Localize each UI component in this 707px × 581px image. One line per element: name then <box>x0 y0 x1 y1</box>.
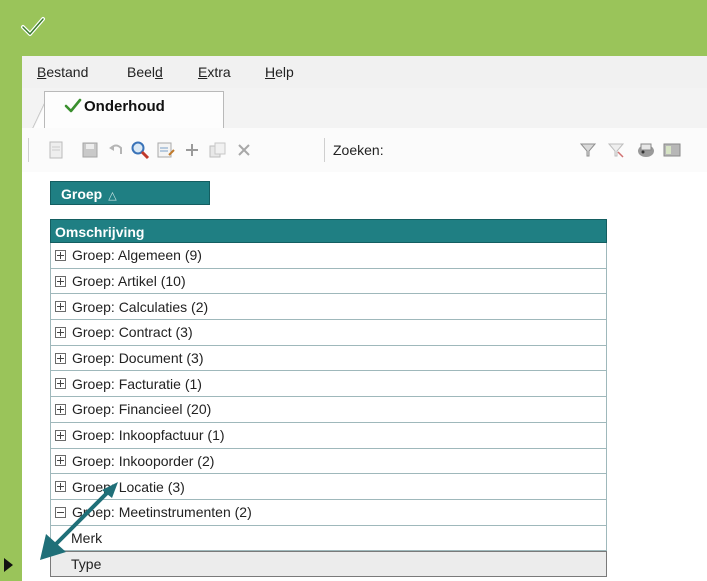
group-row-label: Groep: Calculaties (2) <box>72 298 209 315</box>
collapse-icon[interactable] <box>55 506 66 518</box>
group-row-label: Groep: Inkooporder (2) <box>72 452 215 469</box>
menu-extra[interactable]: Extra <box>198 64 231 80</box>
menu-bar: Bestand Beeld Extra Help <box>22 56 707 88</box>
group-row[interactable]: Groep: Locatie (3) <box>50 474 607 500</box>
clear-filter-icon[interactable] <box>606 140 626 160</box>
left-rail <box>0 56 22 581</box>
cell-omschrijving: Merk <box>71 529 103 546</box>
expand-icon[interactable] <box>55 301 66 313</box>
new-document-icon[interactable] <box>46 140 66 160</box>
search-icon[interactable] <box>130 140 150 160</box>
toolbar-grip <box>28 138 29 162</box>
grid-area: Groep △ Omschrijving Groep: Algemeen (9) … <box>22 172 707 581</box>
current-row-indicator-icon <box>4 558 13 572</box>
filter-icon[interactable] <box>578 140 598 160</box>
copy-icon[interactable] <box>208 140 228 160</box>
expand-icon[interactable] <box>55 429 66 441</box>
expand-icon[interactable] <box>55 352 66 364</box>
data-grid: Omschrijving Groep: Algemeen (9) Groep: … <box>50 219 607 577</box>
delete-icon[interactable] <box>234 140 254 160</box>
tab-strip: Onderhoud <box>22 88 707 129</box>
toolbar-separator <box>324 138 325 162</box>
group-row[interactable]: Groep: Inkoopfactuur (1) <box>50 422 607 449</box>
group-row-label: Groep: Inkoopfactuur (1) <box>72 427 225 444</box>
expand-icon[interactable] <box>55 275 66 287</box>
app-logo-icon <box>21 17 45 36</box>
undo-icon[interactable] <box>106 140 126 160</box>
group-row-label: Groep: Document (3) <box>72 350 204 367</box>
expand-icon[interactable] <box>55 481 66 493</box>
group-row[interactable]: Groep: Artikel (10) <box>50 268 607 295</box>
group-row[interactable]: Groep: Calculaties (2) <box>50 294 607 321</box>
group-row[interactable]: Groep: Inkooporder (2) <box>50 448 607 475</box>
cell-omschrijving: Type <box>71 556 102 573</box>
checkmark-icon <box>64 98 82 113</box>
save-icon[interactable] <box>80 140 100 160</box>
group-row-label: Groep: Meetinstrumenten (2) <box>72 504 252 521</box>
data-row-merk[interactable]: Merk <box>50 525 607 552</box>
column-header-omschrijving[interactable]: Omschrijving <box>50 219 607 243</box>
group-row-label: Groep: Locatie (3) <box>72 478 185 495</box>
group-by-header[interactable]: Groep △ <box>50 181 210 205</box>
export-icon[interactable] <box>662 140 682 160</box>
expand-icon[interactable] <box>55 455 66 467</box>
expand-icon[interactable] <box>55 249 66 261</box>
group-row-label: Groep: Facturatie (1) <box>72 375 202 392</box>
group-row-label: Groep: Contract (3) <box>72 324 193 341</box>
group-row[interactable]: Groep: Financieel (20) <box>50 397 607 423</box>
group-row-expanded[interactable]: Groep: Meetinstrumenten (2) <box>50 499 607 526</box>
expand-icon[interactable] <box>55 403 66 415</box>
group-row[interactable]: Groep: Facturatie (1) <box>50 371 607 398</box>
group-row[interactable]: Groep: Document (3) <box>50 345 607 372</box>
expand-icon[interactable] <box>55 378 66 390</box>
title-bar <box>0 0 707 56</box>
data-row-type[interactable]: Type <box>50 551 607 577</box>
expand-icon[interactable] <box>55 326 66 338</box>
toolbar: Zoeken: <box>22 128 707 173</box>
edit-icon[interactable] <box>156 140 176 160</box>
menu-bestand[interactable]: Bestand <box>37 64 88 80</box>
tab-onderhoud-label: Onderhoud <box>84 98 165 115</box>
print-icon[interactable] <box>636 140 656 160</box>
group-by-label: Groep <box>61 186 103 202</box>
group-row-label: Groep: Algemeen (9) <box>72 247 202 264</box>
group-row[interactable]: Groep: Algemeen (9) <box>50 243 607 269</box>
group-row-label: Groep: Financieel (20) <box>72 401 212 418</box>
sort-ascending-icon: △ <box>108 190 117 202</box>
group-row[interactable]: Groep: Contract (3) <box>50 320 607 346</box>
group-row-label: Groep: Artikel (10) <box>72 273 186 290</box>
menu-beeld[interactable]: Beeld <box>127 64 163 80</box>
add-icon[interactable] <box>182 140 202 160</box>
menu-help[interactable]: Help <box>265 64 294 80</box>
search-label: Zoeken: <box>333 142 384 158</box>
